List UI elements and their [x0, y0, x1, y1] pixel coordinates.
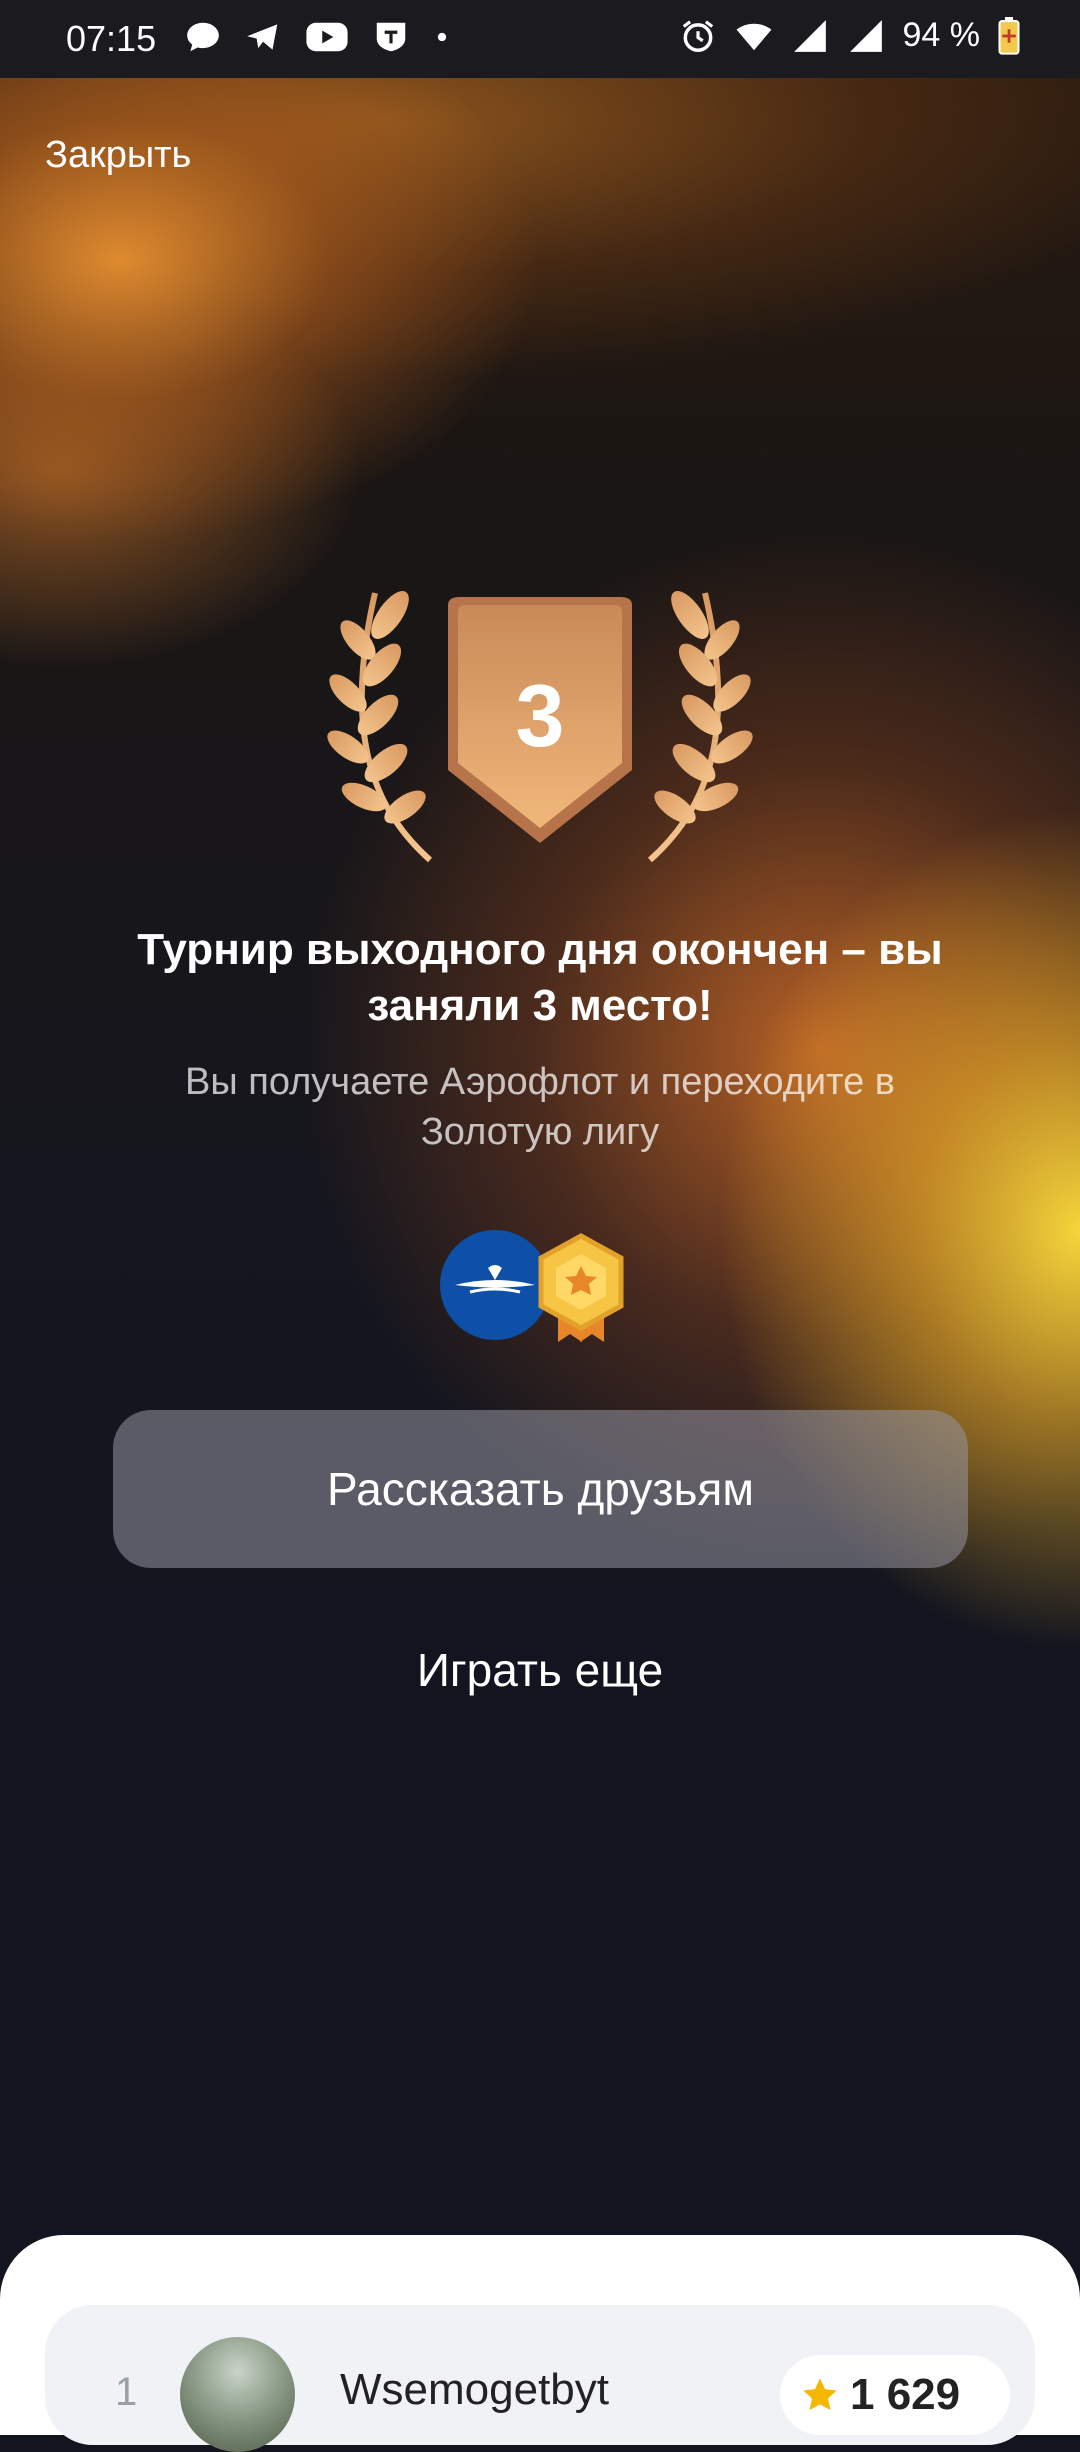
- battery-icon: [998, 16, 1020, 55]
- result-subtitle: Вы получаете Аэрофлот и переходите в Зол…: [185, 1061, 895, 1153]
- close-button[interactable]: Закрыть: [45, 134, 191, 177]
- dot-icon: [437, 32, 447, 42]
- background-gradient: [0, 0, 1080, 2400]
- leaderboard-score: 1 629: [850, 2370, 961, 2419]
- place-number: 3: [515, 666, 565, 765]
- tinkoff-icon: [376, 22, 406, 52]
- leaderboard-username: Wsemogetbyt: [340, 2365, 609, 2414]
- score-badge: 1 629: [780, 2355, 1010, 2435]
- gold-league-badge-icon: [538, 1233, 624, 1342]
- telegram-icon: [247, 24, 278, 50]
- avatar: [180, 2337, 295, 2452]
- alarm-icon: [682, 19, 713, 52]
- share-with-friends-button[interactable]: Рассказать друзьям: [113, 1410, 968, 1568]
- battery-percent: 94 %: [902, 16, 981, 54]
- signal-icon: [793, 19, 826, 52]
- youtube-icon: [306, 22, 348, 52]
- leaderboard-rank: 1: [115, 2370, 138, 2414]
- chat-bubble-icon: [187, 22, 219, 52]
- status-time: 07:15: [66, 18, 157, 59]
- star-icon: [803, 2378, 837, 2411]
- rewards-row: [440, 1228, 640, 1343]
- system-icons: 94 %: [679, 16, 1021, 55]
- notification-icons: [184, 18, 452, 56]
- leaderboard-row[interactable]: 1 Wsemogetbyt 1 629: [45, 2305, 1035, 2452]
- status-bar: 07:15 94 %: [0, 0, 1080, 78]
- signal-icon: [849, 19, 882, 52]
- play-again-button[interactable]: Играть еще: [0, 1643, 1080, 1697]
- aeroflot-logo-icon: [440, 1230, 550, 1340]
- wifi-icon: [736, 23, 771, 50]
- result-title: Турнир выходного дня окончен – вы заняли…: [137, 925, 943, 1030]
- place-badge: 3: [320, 585, 760, 865]
